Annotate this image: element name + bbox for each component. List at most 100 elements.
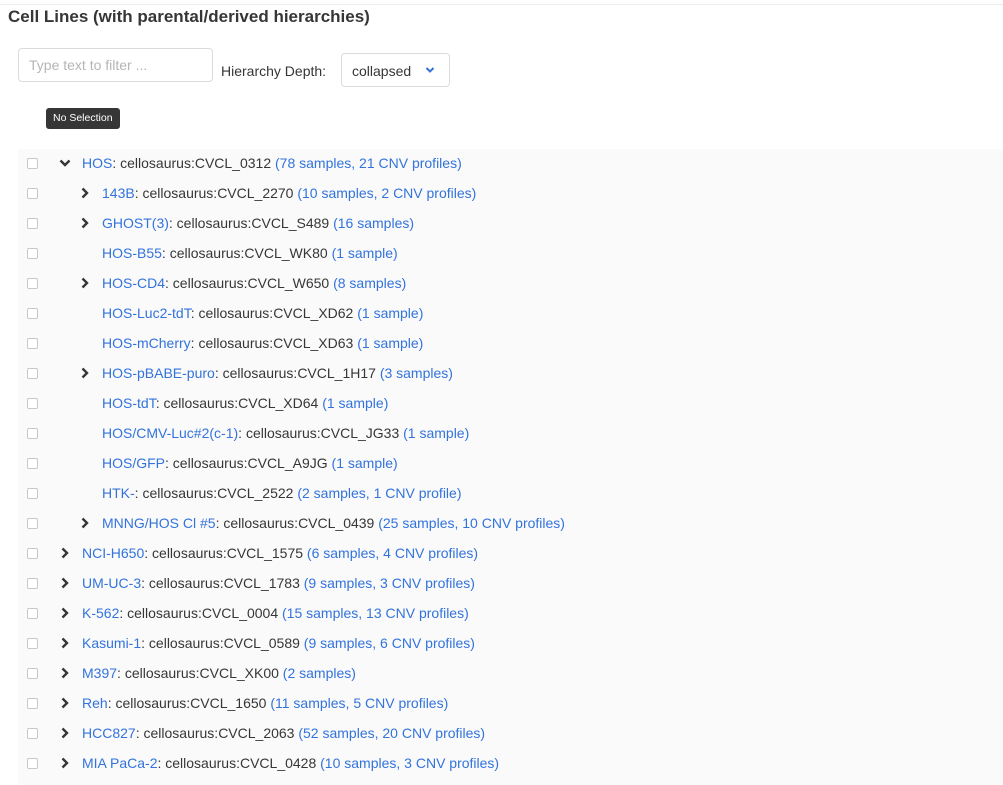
cellosaurus-id: cellosaurus:CVCL_1783 xyxy=(148,575,300,591)
separator: : xyxy=(141,575,149,591)
row-checkbox[interactable] xyxy=(27,428,38,439)
cell-line-name-link[interactable]: HOS-CD4 xyxy=(102,275,165,291)
cellosaurus-id: cellosaurus:CVCL_S489 xyxy=(176,215,330,231)
tree-row: HOS-tdT: cellosaurus:CVCL_XD64 (1 sample… xyxy=(18,389,1003,419)
chevron-right-icon[interactable] xyxy=(59,757,71,769)
row-checkbox[interactable] xyxy=(27,458,38,469)
cell-line-name-link[interactable]: HOS/GFP xyxy=(102,455,165,471)
sample-count: (52 samples, 20 CNV profiles) xyxy=(298,725,486,741)
row-checkbox[interactable] xyxy=(27,218,38,229)
row-checkbox[interactable] xyxy=(27,338,38,349)
cell-line-name-link[interactable]: HOS-Luc2-tdT xyxy=(102,305,191,321)
tree-row: HOS/CMV-Luc#2(c-1): cellosaurus:CVCL_JG3… xyxy=(18,419,1003,449)
cell-line-name-link[interactable]: GHOST(3) xyxy=(102,215,169,231)
cell-line-name-link[interactable]: M397 xyxy=(82,665,117,681)
sample-count: (25 samples, 10 CNV profiles) xyxy=(378,515,565,531)
tree-row: HOS-Luc2-tdT: cellosaurus:CVCL_XD62 (1 s… xyxy=(18,299,1003,329)
row-checkbox[interactable] xyxy=(27,758,38,769)
cell-line-name-link[interactable]: HOS/CMV-Luc#2(c-1) xyxy=(102,425,238,441)
row-checkbox[interactable] xyxy=(27,668,38,679)
sample-count: (3 samples) xyxy=(379,365,453,381)
separator: : xyxy=(119,605,128,621)
cell-line-name-link[interactable]: Kasumi-1 xyxy=(82,635,141,651)
sample-count: (11 samples, 5 CNV profiles) xyxy=(270,695,449,711)
filter-input[interactable] xyxy=(18,48,213,82)
sample-count: (2 samples, 1 CNV profile) xyxy=(297,485,462,501)
sample-count: (1 sample) xyxy=(357,335,424,351)
cell-line-name-link[interactable]: NCI-H650 xyxy=(82,545,144,561)
sample-count: (16 samples) xyxy=(333,215,415,231)
row-checkbox[interactable] xyxy=(27,158,38,169)
sample-count: (1 sample) xyxy=(403,425,470,441)
chevron-right-icon[interactable] xyxy=(59,547,71,559)
tree-row-label: UM-UC-3: cellosaurus:CVCL_1783 (9 sample… xyxy=(82,575,475,591)
chevron-right-icon[interactable] xyxy=(59,607,71,619)
row-checkbox[interactable] xyxy=(27,608,38,619)
cell-line-name-link[interactable]: HOS-B55 xyxy=(102,245,162,261)
cellosaurus-id: cellosaurus:CVCL_0589 xyxy=(148,635,300,651)
tree-row: Reh: cellosaurus:CVCL_1650 (11 samples, … xyxy=(18,689,1003,719)
tree-row-label: HCC827: cellosaurus:CVCL_2063 (52 sample… xyxy=(82,725,485,741)
chevron-right-icon[interactable] xyxy=(79,187,91,199)
hierarchy-depth-value: collapsed xyxy=(352,63,412,79)
separator: : xyxy=(165,275,173,291)
chevron-right-icon[interactable] xyxy=(59,667,71,679)
row-checkbox[interactable] xyxy=(27,398,38,409)
cellosaurus-id: cellosaurus:CVCL_WK80 xyxy=(169,245,328,261)
row-checkbox[interactable] xyxy=(27,578,38,589)
row-checkbox[interactable] xyxy=(27,368,38,379)
cell-line-name-link[interactable]: HOS-tdT xyxy=(102,395,156,411)
sample-count: (2 samples) xyxy=(282,665,356,681)
cell-line-name-link[interactable]: HTK- xyxy=(102,485,135,501)
tree-row: HOS: cellosaurus:CVCL_0312 (78 samples, … xyxy=(18,149,1003,179)
sample-count: (9 samples, 3 CNV profiles) xyxy=(303,575,475,591)
tree-row-label: HOS-mCherry: cellosaurus:CVCL_XD63 (1 sa… xyxy=(102,335,423,351)
tree-row-label: Kasumi-1: cellosaurus:CVCL_0589 (9 sampl… xyxy=(82,635,475,651)
cell-line-name-link[interactable]: HOS-pBABE-puro xyxy=(102,365,215,381)
chevron-right-icon[interactable] xyxy=(79,217,91,229)
cell-line-name-link[interactable]: UM-UC-3 xyxy=(82,575,141,591)
row-checkbox[interactable] xyxy=(27,488,38,499)
separator: : xyxy=(238,425,246,441)
chevron-right-icon[interactable] xyxy=(79,277,91,289)
chevron-right-icon[interactable] xyxy=(59,727,71,739)
chevron-right-icon[interactable] xyxy=(59,577,71,589)
cellosaurus-id: cellosaurus:CVCL_2270 xyxy=(142,185,294,201)
chevron-right-icon[interactable] xyxy=(59,637,71,649)
chevron-down-icon[interactable] xyxy=(59,157,71,169)
sample-count: (78 samples, 21 CNV profiles) xyxy=(275,155,462,171)
cell-line-name-link[interactable]: MNNG/HOS Cl #5 xyxy=(102,515,216,531)
row-checkbox[interactable] xyxy=(27,518,38,529)
chevron-right-icon[interactable] xyxy=(59,697,71,709)
cell-line-name-link[interactable]: HCC827 xyxy=(82,725,136,741)
separator: : xyxy=(112,155,121,171)
row-checkbox[interactable] xyxy=(27,308,38,319)
row-checkbox[interactable] xyxy=(27,548,38,559)
chevron-right-icon[interactable] xyxy=(79,517,91,529)
row-checkbox[interactable] xyxy=(27,698,38,709)
separator: : xyxy=(168,215,177,231)
sample-count: (1 sample) xyxy=(331,455,398,471)
tree-row-label: K-562: cellosaurus:CVCL_0004 (15 samples… xyxy=(82,605,469,621)
row-checkbox[interactable] xyxy=(27,728,38,739)
page-title: Cell Lines (with parental/derived hierar… xyxy=(8,7,370,26)
cell-line-name-link[interactable]: HOS-mCherry xyxy=(102,335,191,351)
row-checkbox[interactable] xyxy=(27,638,38,649)
sample-count: (1 sample) xyxy=(322,395,389,411)
row-checkbox[interactable] xyxy=(27,278,38,289)
cell-line-name-link[interactable]: Reh xyxy=(82,695,108,711)
hierarchy-depth-select[interactable]: collapsed xyxy=(341,53,450,87)
cellosaurus-id: cellosaurus:CVCL_1H17 xyxy=(222,365,376,381)
hierarchy-depth-label: Hierarchy Depth: xyxy=(221,63,327,79)
cellosaurus-id: cellosaurus:CVCL_1575 xyxy=(152,545,304,561)
chevron-right-icon[interactable] xyxy=(79,367,91,379)
sample-count: (1 sample) xyxy=(331,245,398,261)
chevron-down-icon xyxy=(425,67,435,73)
cell-line-name-link[interactable]: K-562 xyxy=(82,605,119,621)
cell-line-name-link[interactable]: 143B xyxy=(102,185,135,201)
row-checkbox[interactable] xyxy=(27,248,38,259)
top-divider xyxy=(0,4,1003,5)
cell-line-name-link[interactable]: HOS xyxy=(82,155,112,171)
cell-line-name-link[interactable]: MIA PaCa-2 xyxy=(82,755,157,771)
row-checkbox[interactable] xyxy=(27,188,38,199)
